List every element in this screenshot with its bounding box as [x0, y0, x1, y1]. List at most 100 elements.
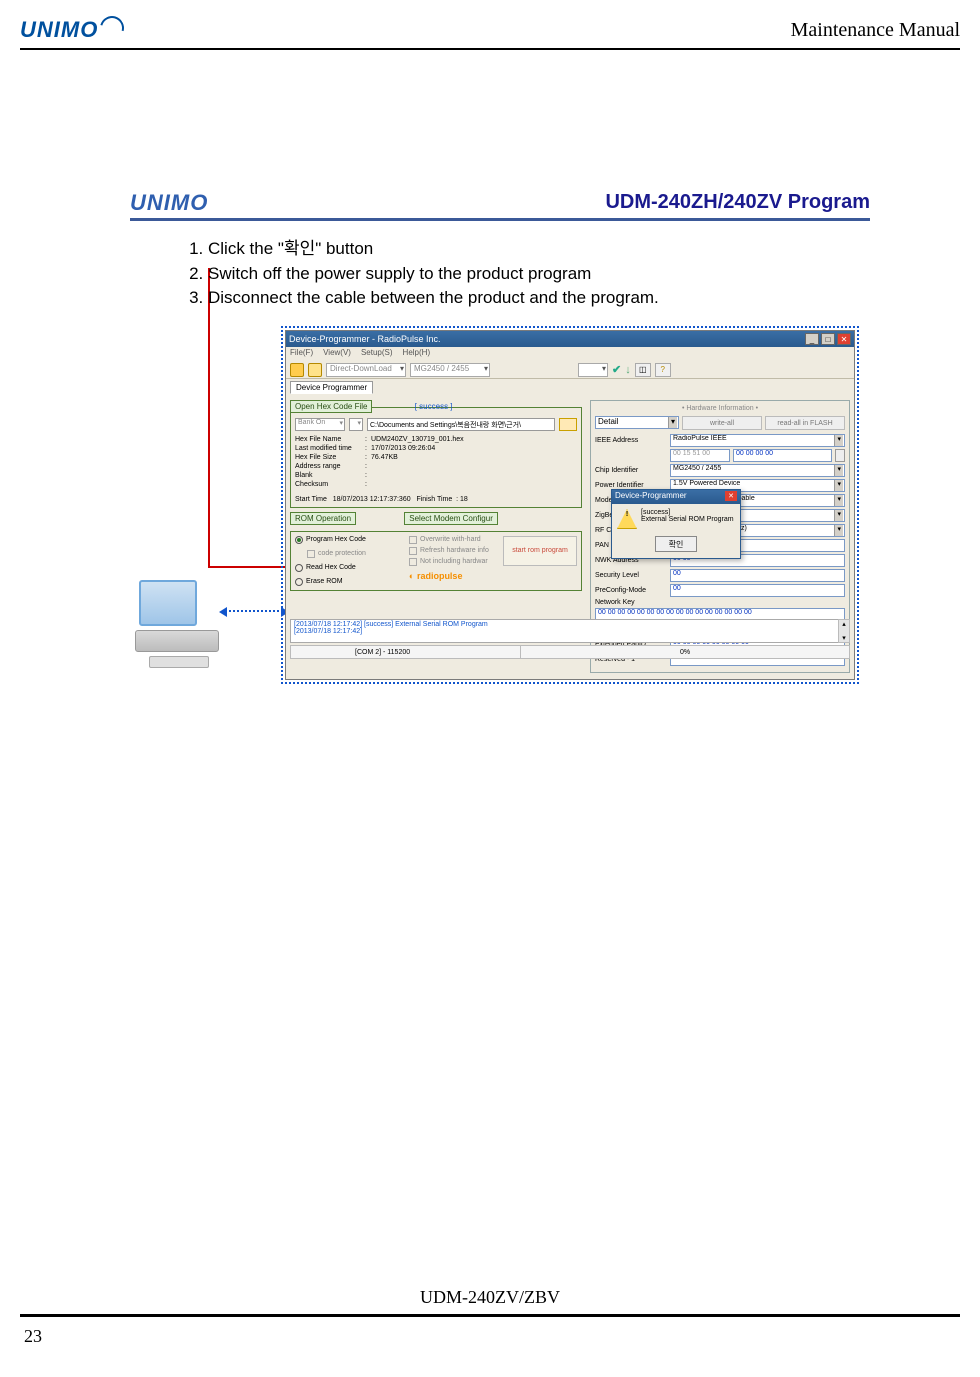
page-number: 23	[24, 1326, 42, 1347]
finish-time-label: Finish Time	[416, 496, 452, 503]
radio-label: Read Hex Code	[306, 564, 356, 571]
chip-id-select[interactable]: MG2450 / 2455	[670, 464, 845, 477]
sec-value[interactable]: 00	[670, 569, 845, 582]
close-button[interactable]: ✕	[837, 333, 851, 345]
open-hex-panel-label: Open Hex Code File	[290, 400, 372, 413]
menu-setup[interactable]: Setup(S)	[361, 348, 393, 360]
step-list: Click the "확인" button Switch off the pow…	[188, 237, 870, 311]
toolbar: Direct-DownLoad MG2450 / 2455 ✔ ↓ ◫ ?	[286, 361, 854, 379]
chk-not-incl[interactable]: Not including hardwar	[409, 558, 499, 566]
toolbar-openfolder-icon[interactable]	[308, 363, 322, 377]
monitor-icon	[139, 580, 197, 626]
start-time-label: Start Time	[295, 496, 327, 503]
success-label: [ success ]	[415, 402, 453, 411]
direct-download-select[interactable]: Direct-DownLoad	[326, 363, 406, 377]
start-time: 18/07/2013 12:17:37:360	[333, 496, 411, 503]
titlebar: Device-Programmer - RadioPulse Inc. _ □ …	[286, 331, 854, 347]
ok-button[interactable]: 확인	[655, 536, 697, 552]
browse-button[interactable]	[559, 418, 577, 431]
ieee-sub2[interactable]: 00 00 00 00	[733, 449, 832, 462]
menu-help[interactable]: Help(H)	[403, 348, 431, 360]
double-arrow-icon	[225, 610, 283, 612]
page-footer: UDM-240ZV/ZBV	[20, 1287, 960, 1317]
toolbar-open-icon[interactable]	[290, 363, 304, 377]
rom-panel: Program Hex Code code protection Read He…	[290, 531, 582, 591]
radio-label: Program Hex Code	[306, 536, 366, 543]
bank-sub-select[interactable]	[349, 418, 363, 431]
ieee-more-button[interactable]	[835, 449, 845, 462]
log-scrollbar[interactable]: ▴▾	[838, 619, 850, 643]
page-header: UNIMO Maintenance Manual	[20, 12, 960, 50]
hw-section-title: • Hardware Information •	[595, 405, 845, 412]
device-programmer-tab[interactable]: Device Programmer	[290, 381, 373, 394]
detail-select[interactable]: Detail	[595, 416, 679, 429]
menubar: File(F) View(V) Setup(S) Help(H)	[286, 347, 854, 361]
path-field[interactable]: C:\Documents and Settings\복음전내랑 화면\근거\	[367, 418, 555, 431]
computer-icon	[135, 580, 225, 675]
content-block: UNIMO UDM-240ZH/240ZV Program Click the …	[130, 190, 870, 311]
write-all-button[interactable]: write-all	[682, 416, 762, 430]
kv-key: Address range	[295, 462, 365, 471]
chk-label: Overwrite with-hard	[420, 536, 481, 543]
figure-area: Device-Programmer - RadioPulse Inc. _ □ …	[135, 330, 855, 690]
window-title: Device-Programmer - RadioPulse Inc.	[289, 334, 441, 344]
kv-val: UDM240ZV_130719_001.hex	[371, 435, 464, 444]
chk-overwrite[interactable]: Overwrite with-hard	[409, 536, 499, 544]
chk-label: code protection	[318, 550, 366, 557]
chk-label: Not including hardwar	[420, 558, 488, 565]
down-arrow-icon[interactable]: ↓	[625, 364, 631, 376]
ieee-sub1[interactable]: 00 15 51 00	[670, 449, 730, 462]
chip-select[interactable]: MG2450 / 2455	[410, 363, 490, 377]
hw-label: Network Key	[595, 599, 667, 606]
app-window: Device-Programmer - RadioPulse Inc. _ □ …	[285, 330, 855, 680]
unimo-logo: UNIMO	[20, 17, 124, 43]
toolbar-doc-icon[interactable]: ◫	[635, 363, 651, 377]
status-com: [COM 2] - 115200	[291, 646, 521, 658]
read-all-button[interactable]: read-all in FLASH	[765, 416, 845, 430]
pc-base-icon	[135, 630, 219, 652]
step-item: Disconnect the cable between the product…	[208, 286, 870, 311]
scroll-down-icon[interactable]: ▾	[842, 634, 846, 642]
start-rom-button[interactable]: start rom program	[503, 536, 577, 566]
rom-panel-label: ROM Operation	[290, 512, 356, 525]
radiopulse-logo: radiopulse	[409, 571, 499, 581]
chk-code-protect[interactable]: code protection	[307, 550, 405, 558]
toolbar-select-blank[interactable]	[578, 363, 608, 377]
logo-swish-icon	[96, 12, 129, 45]
header-title: Maintenance Manual	[791, 19, 960, 42]
step-item: Click the "확인" button	[208, 237, 870, 262]
logo-text: UNIMO	[20, 17, 98, 43]
confirm-dialog: Device-Programmer ✕ [success] External S…	[611, 489, 741, 559]
kv-key: Checksum	[295, 480, 365, 489]
hw-label: Power Identifier	[595, 482, 667, 489]
bank-select[interactable]: Bank On	[295, 418, 345, 431]
chk-refresh[interactable]: Refresh hardware info	[409, 547, 499, 555]
scroll-up-icon[interactable]: ▴	[842, 620, 846, 628]
check-icon[interactable]: ✔	[612, 363, 621, 376]
hw-label: Security Level	[595, 572, 667, 579]
inner-logo: UNIMO	[130, 190, 208, 218]
menu-view[interactable]: View(V)	[323, 348, 351, 360]
minimize-button[interactable]: _	[805, 333, 819, 345]
maximize-button[interactable]: □	[821, 333, 835, 345]
menu-file[interactable]: File(F)	[290, 348, 313, 360]
ieee-select[interactable]: RadioPulse IEEE	[670, 434, 845, 447]
hw-label: PreConfig-Mode	[595, 587, 667, 594]
hw-label: IEEE Address	[595, 437, 667, 444]
radio-label: Erase ROM	[306, 578, 343, 585]
open-hex-panel: Bank On C:\Documents and Settings\복음전내랑 …	[290, 407, 582, 508]
precfg-value[interactable]: 00	[670, 584, 845, 597]
radio-read[interactable]: Read Hex Code	[295, 564, 405, 572]
status-percent: 0%	[521, 646, 849, 658]
program-title: UDM-240ZH/240ZV Program	[605, 191, 870, 218]
dialog-close-button[interactable]: ✕	[725, 491, 737, 501]
log-line: [2013/07/18 12:17:42] [success] External…	[294, 621, 846, 628]
kv-key: Blank	[295, 471, 365, 480]
statusbar: [COM 2] - 115200 0%	[290, 645, 850, 659]
help-icon[interactable]: ?	[655, 363, 671, 377]
step-item: Switch off the power supply to the produ…	[208, 262, 870, 287]
log-area: [2013/07/18 12:17:42] [success] External…	[290, 619, 850, 643]
radio-program[interactable]: Program Hex Code	[295, 536, 405, 544]
kv-key: Hex File Name	[295, 435, 365, 444]
radio-erase[interactable]: Erase ROM	[295, 578, 405, 586]
